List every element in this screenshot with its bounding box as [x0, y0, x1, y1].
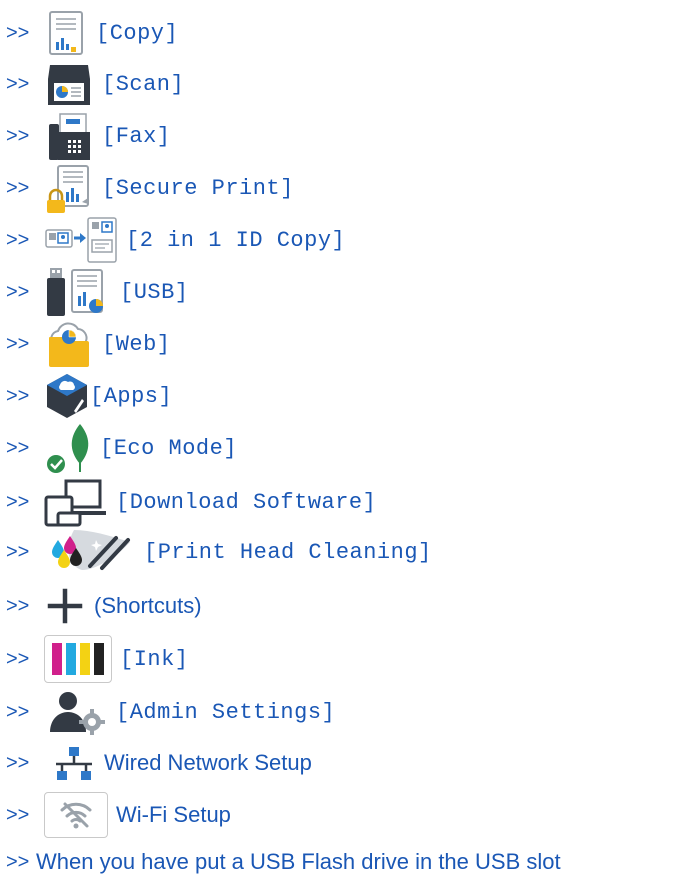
- web-label: [Web]: [102, 331, 171, 357]
- arrow-marker: >>: [6, 176, 30, 199]
- arrow-marker: >>: [6, 850, 30, 873]
- arrow-marker: >>: [6, 21, 30, 44]
- download-software-label: [Download Software]: [116, 489, 377, 515]
- scan-label: [Scan]: [102, 71, 185, 97]
- usb-flash-drive-label: When you have put a USB Flash drive in t…: [36, 849, 561, 874]
- wired-network-icon: [44, 743, 104, 783]
- wifi-setup-label: Wi-Fi Setup: [116, 802, 231, 827]
- wired-network-setup-label: Wired Network Setup: [104, 750, 312, 775]
- id-copy-link[interactable]: >> [2 in 1 ID Copy]: [6, 214, 345, 266]
- admin-settings-label: [Admin Settings]: [116, 699, 336, 725]
- plus-icon: [44, 585, 86, 627]
- apps-icon: [44, 371, 90, 421]
- arrow-marker: >>: [6, 384, 30, 407]
- print-head-cleaning-icon: [44, 526, 136, 578]
- arrow-marker: >>: [6, 751, 30, 774]
- scan-icon: [44, 59, 94, 109]
- web-icon: [44, 319, 94, 369]
- shortcuts-link[interactable]: >> (Shortcuts): [6, 580, 202, 632]
- ink-label: [Ink]: [120, 646, 189, 672]
- eco-mode-label: [Eco Mode]: [100, 435, 238, 461]
- arrow-marker: >>: [6, 700, 30, 723]
- web-link[interactable]: >> [Web]: [6, 318, 171, 370]
- arrow-marker: >>: [6, 280, 30, 303]
- wired-network-setup-link[interactable]: >> Wired Network Setup: [6, 737, 312, 789]
- ink-link[interactable]: >> [Ink]: [6, 633, 189, 685]
- arrow-marker: >>: [6, 72, 30, 95]
- arrow-marker: >>: [6, 594, 30, 617]
- admin-settings-link[interactable]: >> [Admin Settings]: [6, 686, 335, 738]
- ink-icon: [44, 635, 112, 683]
- arrow-marker: >>: [6, 647, 30, 670]
- wifi-icon: [44, 792, 108, 838]
- help-link-list: >> [Copy] >> [Scan] >> [Fax] >> [Secure …: [0, 0, 686, 884]
- usb-flash-drive-link[interactable]: >> When you have put a USB Flash drive i…: [6, 842, 561, 882]
- copy-link[interactable]: >> [Copy]: [6, 7, 178, 59]
- eco-mode-icon: [44, 422, 100, 474]
- scan-link[interactable]: >> [Scan]: [6, 58, 184, 110]
- print-head-cleaning-link[interactable]: >> [Print Head Cleaning]: [6, 526, 432, 578]
- download-software-icon: [44, 477, 108, 527]
- arrow-marker: >>: [6, 803, 30, 826]
- secure-print-link[interactable]: >> [Secure Print]: [6, 162, 294, 214]
- fax-link[interactable]: >> [Fax]: [6, 110, 171, 162]
- arrow-marker: >>: [6, 540, 30, 563]
- fax-label: [Fax]: [102, 123, 171, 149]
- arrow-marker: >>: [6, 228, 30, 251]
- arrow-marker: >>: [6, 436, 30, 459]
- secure-print-label: [Secure Print]: [102, 175, 294, 201]
- eco-mode-link[interactable]: >> [Eco Mode]: [6, 422, 237, 474]
- copy-label: [Copy]: [96, 20, 179, 46]
- usb-link[interactable]: >> [USB]: [6, 266, 189, 318]
- admin-settings-icon: [44, 688, 108, 736]
- secure-print-icon: [44, 162, 94, 214]
- usb-icon: [44, 266, 112, 318]
- arrow-marker: >>: [6, 490, 30, 513]
- wifi-setup-link[interactable]: >> Wi-Fi Setup: [6, 789, 231, 841]
- apps-label: [Apps]: [90, 383, 173, 409]
- arrow-marker: >>: [6, 332, 30, 355]
- shortcuts-label: (Shortcuts): [94, 593, 202, 618]
- print-head-cleaning-label: [Print Head Cleaning]: [144, 539, 432, 565]
- download-software-link[interactable]: >> [Download Software]: [6, 476, 376, 528]
- apps-link[interactable]: >> [Apps]: [6, 370, 172, 422]
- arrow-marker: >>: [6, 124, 30, 147]
- id-copy-icon: [44, 214, 118, 266]
- id-copy-label: [2 in 1 ID Copy]: [126, 227, 346, 253]
- usb-label: [USB]: [120, 279, 189, 305]
- copy-icon: [44, 9, 88, 57]
- fax-icon: [44, 110, 94, 162]
